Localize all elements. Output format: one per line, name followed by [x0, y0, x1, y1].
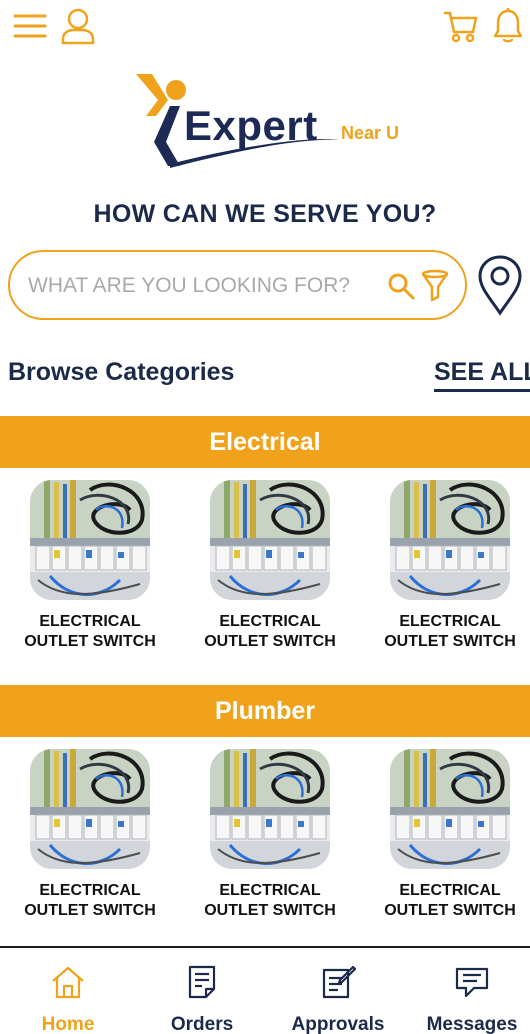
- nav-tab-messages[interactable]: Messages: [406, 948, 530, 1034]
- category-grid-electrical: ELECTRICAL OUTLET SWITCH ELECTRICAL OUTL…: [0, 480, 530, 680]
- nav-label-approvals: Approvals: [291, 1014, 385, 1034]
- page-headline: HOW CAN WE SERVE YOU?: [93, 200, 437, 228]
- service-card[interactable]: ELECTRICAL OUTLET SWITCH: [360, 480, 530, 652]
- service-card[interactable]: ELECTRICAL OUTLET SWITCH: [180, 480, 360, 652]
- service-thumbnail: [30, 480, 150, 600]
- service-thumbnail: [390, 480, 510, 600]
- location-pin-icon[interactable]: [476, 254, 524, 316]
- approvals-icon: [322, 965, 356, 999]
- nav-label-messages: Messages: [426, 1014, 518, 1034]
- user-icon[interactable]: [58, 6, 98, 46]
- category-grid-plumber: ELECTRICAL OUTLET SWITCH ELECTRICAL OUTL…: [0, 749, 530, 949]
- nav-tab-orders[interactable]: Orders: [136, 948, 268, 1034]
- nav-tab-home[interactable]: Home: [2, 948, 134, 1034]
- nav-label-home: Home: [41, 1014, 95, 1034]
- service-label: ELECTRICAL OUTLET SWITCH: [384, 613, 516, 650]
- service-card[interactable]: ELECTRICAL OUTLET SWITCH: [360, 749, 530, 921]
- logo-wordmark: Expert: [184, 102, 318, 149]
- filter-icon[interactable]: [420, 269, 450, 303]
- brand-logo: Expert Near U: [130, 72, 420, 172]
- top-bar: [0, 0, 530, 56]
- bell-icon[interactable]: [488, 6, 528, 46]
- service-label: ELECTRICAL OUTLET SWITCH: [204, 613, 336, 650]
- service-label: ELECTRICAL OUTLET SWITCH: [24, 613, 156, 650]
- bottom-nav: Home Orders Approvals Messages: [0, 946, 530, 1034]
- search-icon[interactable]: [386, 271, 416, 301]
- cart-icon[interactable]: [440, 6, 480, 46]
- orders-icon: [188, 965, 216, 999]
- service-thumbnail: [210, 480, 330, 600]
- nav-tab-approvals[interactable]: Approvals: [272, 948, 404, 1034]
- category-header-plumber[interactable]: Plumber: [0, 685, 530, 737]
- service-label: ELECTRICAL OUTLET SWITCH: [24, 882, 156, 919]
- category-header-electrical[interactable]: Electrical: [0, 416, 530, 468]
- browse-categories-title: Browse Categories: [8, 358, 235, 386]
- service-label: ELECTRICAL OUTLET SWITCH: [384, 882, 516, 919]
- service-thumbnail: [210, 749, 330, 869]
- home-icon: [52, 966, 84, 999]
- menu-icon[interactable]: [10, 6, 50, 46]
- nav-label-orders: Orders: [170, 1014, 234, 1034]
- service-card[interactable]: ELECTRICAL OUTLET SWITCH: [180, 749, 360, 921]
- search-bar: [8, 250, 467, 320]
- see-all-link[interactable]: SEE ALL: [434, 358, 530, 392]
- search-input[interactable]: [28, 270, 368, 302]
- messages-icon: [455, 967, 489, 998]
- service-label: ELECTRICAL OUTLET SWITCH: [204, 882, 336, 919]
- service-thumbnail: [390, 749, 510, 869]
- logo-tagline: Near U: [341, 123, 400, 143]
- service-card[interactable]: ELECTRICAL OUTLET SWITCH: [0, 480, 180, 652]
- service-thumbnail: [30, 749, 150, 869]
- service-card[interactable]: ELECTRICAL OUTLET SWITCH: [0, 749, 180, 921]
